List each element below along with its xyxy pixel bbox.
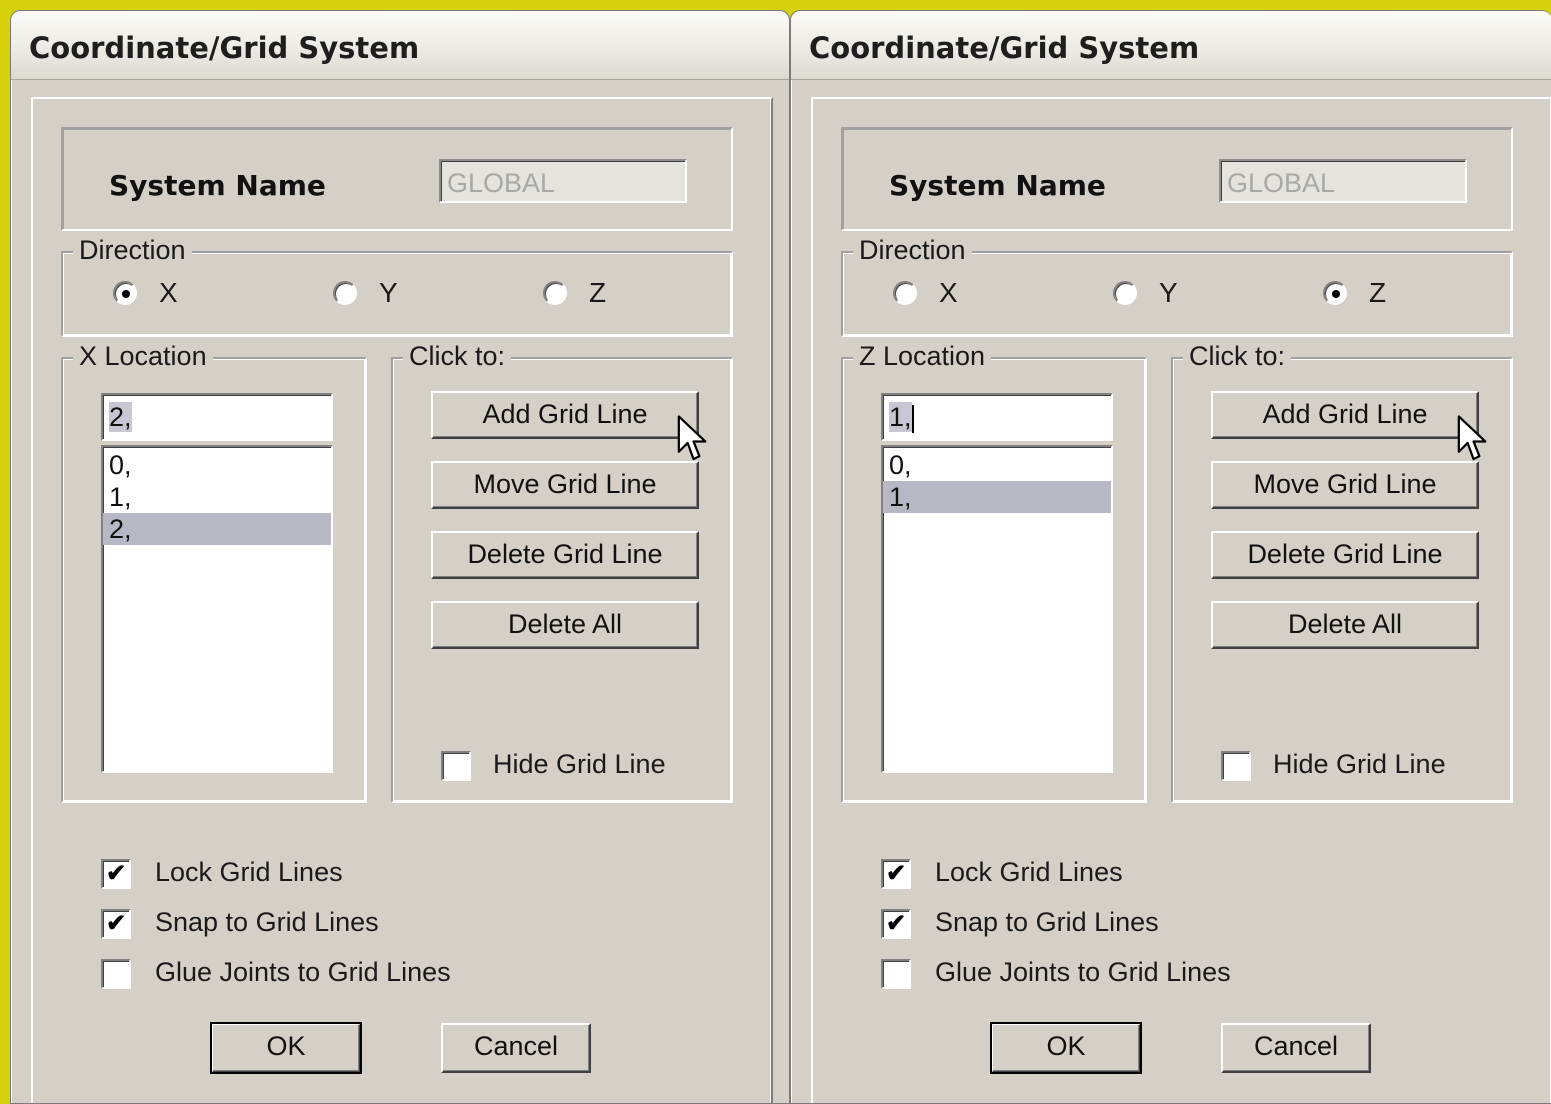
- radio-button[interactable]: [543, 281, 567, 305]
- direction-legend: Direction: [853, 233, 972, 267]
- move-grid-line-button[interactable]: Move Grid Line: [1211, 461, 1479, 509]
- radio-label-z: Z: [1369, 277, 1387, 308]
- hide-grid-line-label: Hide Grid Line: [493, 749, 666, 779]
- system-name-panel: System Name GLOBAL: [61, 127, 733, 231]
- direction-radio-y[interactable]: Y: [333, 277, 398, 309]
- lock-grid-lines-checkbox[interactable]: ✔: [881, 859, 911, 889]
- radio-label-z: Z: [589, 277, 607, 308]
- location-listbox[interactable]: 0, 1, 2,: [101, 445, 333, 773]
- list-item-selected[interactable]: 2,: [103, 513, 331, 545]
- snap-to-grid-lines-checkbox[interactable]: ✔: [101, 909, 131, 939]
- hide-grid-line-checkbox[interactable]: [1221, 751, 1251, 781]
- window-title: Coordinate/Grid System: [29, 31, 420, 65]
- glue-joints-checkbox[interactable]: [101, 959, 131, 989]
- system-name-field: GLOBAL: [1219, 159, 1467, 203]
- radio-button[interactable]: [333, 281, 357, 305]
- location-group: Z Location 1, 0, 1,: [841, 339, 1147, 803]
- direction-radio-x[interactable]: X: [113, 277, 178, 309]
- cancel-button[interactable]: Cancel: [441, 1023, 591, 1073]
- system-name-label: System Name: [889, 169, 1106, 202]
- lock-grid-lines-label: Lock Grid Lines: [155, 857, 343, 887]
- title-bar[interactable]: Coordinate/Grid System: [791, 11, 1551, 80]
- title-bar[interactable]: Coordinate/Grid System: [11, 11, 789, 80]
- lock-grid-lines-label: Lock Grid Lines: [935, 857, 1123, 887]
- direction-radio-y[interactable]: Y: [1113, 277, 1178, 309]
- mouse-pointer-icon: [677, 415, 707, 461]
- list-item[interactable]: 0,: [103, 449, 331, 481]
- snap-to-grid-lines-label: Snap to Grid Lines: [935, 907, 1159, 937]
- location-input-text: 1,: [889, 402, 912, 432]
- lock-grid-lines-checkbox[interactable]: ✔: [101, 859, 131, 889]
- click-to-group: Click to: Add Grid Line Move Grid Line D…: [391, 339, 733, 803]
- direction-radio-z[interactable]: Z: [1323, 277, 1386, 309]
- location-legend: X Location: [73, 339, 213, 373]
- delete-grid-line-button[interactable]: Delete Grid Line: [431, 531, 699, 579]
- location-value-input[interactable]: 1,: [881, 393, 1113, 441]
- desktop-background: { "windows": [ { "title": "Coordinate/Gr…: [0, 0, 1551, 1104]
- location-listbox[interactable]: 0, 1,: [881, 445, 1113, 773]
- hide-grid-line-checkbox[interactable]: [441, 751, 471, 781]
- location-input-text: 2,: [109, 402, 132, 432]
- radio-label-y: Y: [1159, 277, 1178, 308]
- list-item[interactable]: 1,: [103, 481, 331, 513]
- location-legend: Z Location: [853, 339, 992, 373]
- delete-grid-line-button[interactable]: Delete Grid Line: [1211, 531, 1479, 579]
- click-to-legend: Click to:: [1183, 339, 1292, 373]
- location-value-input[interactable]: 2,: [101, 393, 333, 441]
- text-caret: [911, 404, 914, 433]
- radio-label-y: Y: [379, 277, 398, 308]
- location-group: X Location 2, 0, 1, 2,: [61, 339, 367, 803]
- hide-grid-line-label: Hide Grid Line: [1273, 749, 1446, 779]
- radio-button[interactable]: [113, 281, 137, 305]
- add-grid-line-button[interactable]: Add Grid Line: [431, 391, 699, 439]
- radio-button[interactable]: [893, 281, 917, 305]
- direction-legend: Direction: [73, 233, 192, 267]
- grid-system-dialog-x: Coordinate/Grid System System Name GLOBA…: [10, 10, 790, 1104]
- direction-group: Direction X Y Z: [841, 233, 1513, 337]
- direction-group: Direction X Y Z: [61, 233, 733, 337]
- system-name-panel: System Name GLOBAL: [841, 127, 1513, 231]
- ok-button[interactable]: OK: [990, 1022, 1142, 1074]
- dialog-body: System Name GLOBAL Direction X Y Z X Loc…: [31, 97, 773, 1103]
- snap-to-grid-lines-checkbox[interactable]: ✔: [881, 909, 911, 939]
- move-grid-line-button[interactable]: Move Grid Line: [431, 461, 699, 509]
- click-to-group: Click to: Add Grid Line Move Grid Line D…: [1171, 339, 1513, 803]
- direction-radio-z[interactable]: Z: [543, 277, 606, 309]
- radio-label-x: X: [159, 277, 178, 308]
- glue-joints-label: Glue Joints to Grid Lines: [155, 957, 451, 987]
- list-item[interactable]: 0,: [883, 449, 1111, 481]
- glue-joints-label: Glue Joints to Grid Lines: [935, 957, 1231, 987]
- radio-button[interactable]: [1113, 281, 1137, 305]
- window-title: Coordinate/Grid System: [809, 31, 1200, 65]
- cancel-button[interactable]: Cancel: [1221, 1023, 1371, 1073]
- mouse-pointer-icon: [1457, 415, 1487, 461]
- snap-to-grid-lines-label: Snap to Grid Lines: [155, 907, 379, 937]
- system-name-field: GLOBAL: [439, 159, 687, 203]
- glue-joints-checkbox[interactable]: [881, 959, 911, 989]
- radio-button[interactable]: [1323, 281, 1347, 305]
- dialog-body: System Name GLOBAL Direction X Y Z Z Loc…: [811, 97, 1551, 1103]
- system-name-label: System Name: [109, 169, 326, 202]
- radio-selected-dot: [122, 290, 130, 298]
- add-grid-line-button[interactable]: Add Grid Line: [1211, 391, 1479, 439]
- list-item-selected[interactable]: 1,: [883, 481, 1111, 513]
- radio-label-x: X: [939, 277, 958, 308]
- radio-selected-dot: [1332, 290, 1340, 298]
- direction-radio-x[interactable]: X: [893, 277, 958, 309]
- delete-all-button[interactable]: Delete All: [431, 601, 699, 649]
- click-to-legend: Click to:: [403, 339, 512, 373]
- delete-all-button[interactable]: Delete All: [1211, 601, 1479, 649]
- grid-system-dialog-z: Coordinate/Grid System System Name GLOBA…: [790, 10, 1551, 1104]
- ok-button[interactable]: OK: [210, 1022, 362, 1074]
